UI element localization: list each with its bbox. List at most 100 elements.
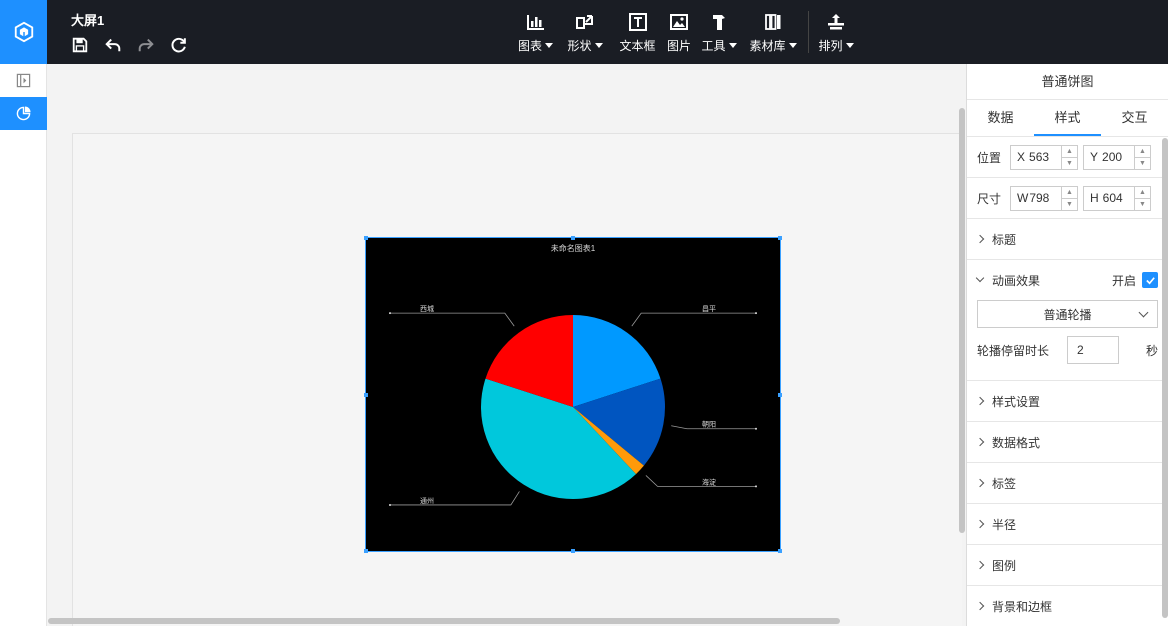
chevron-right-icon — [975, 437, 985, 447]
resize-handle[interactable] — [778, 549, 782, 553]
tool-textbox[interactable]: 文本框 — [611, 0, 664, 64]
label-leader-dot — [755, 427, 757, 430]
x-value[interactable]: 563 — [1025, 150, 1049, 164]
tab-data[interactable]: 数据 — [967, 100, 1034, 136]
resize-handle[interactable] — [571, 549, 575, 553]
tool-image[interactable]: 图片 — [664, 0, 694, 64]
tool-material-library[interactable]: 素材库 — [744, 0, 802, 64]
tool-icon — [713, 15, 725, 30]
radius-label: 半径 — [992, 517, 1017, 532]
property-panel: 普通饼图 数据 样式 交互 位置 X 563 ▲ ▼ Y 200 ▲ ▼ 尺寸 W … — [966, 64, 1168, 626]
tab-style[interactable]: 样式 — [1034, 100, 1101, 136]
resize-handle[interactable] — [571, 236, 575, 240]
y-stepper[interactable]: ▲ ▼ — [1134, 145, 1150, 169]
chevron-down-icon — [1138, 307, 1149, 318]
stepper-down-icon[interactable]: ▼ — [1062, 199, 1077, 210]
dwell-row: 轮播停留时长 2 秒 — [977, 336, 1158, 364]
dwell-label: 轮播停留时长 — [977, 343, 1050, 358]
section-radius[interactable]: 半径 — [967, 504, 1168, 545]
tab-interaction[interactable]: 交互 — [1101, 100, 1168, 136]
undo-icon[interactable] — [103, 35, 122, 54]
x-stepper[interactable]: ▲ ▼ — [1061, 145, 1077, 169]
data-format-label: 数据格式 — [992, 435, 1041, 450]
panel-title: 普通饼图 — [967, 64, 1168, 100]
tool-shape[interactable]: 形状 — [559, 0, 611, 64]
w-axis-label: W — [1017, 191, 1029, 205]
redo-icon[interactable] — [136, 35, 155, 54]
check-icon — [1145, 276, 1155, 284]
section-labels[interactable]: 标签 — [967, 463, 1168, 504]
stepper-up-icon[interactable]: ▲ — [1062, 187, 1077, 199]
vertical-scrollbar[interactable] — [959, 108, 965, 533]
horizontal-scrollbar[interactable] — [48, 618, 840, 624]
animation-header[interactable]: 动画效果 开启 — [975, 260, 1158, 300]
document-title[interactable]: 大屏1 — [71, 10, 104, 29]
stepper-up-icon[interactable]: ▲ — [1062, 146, 1077, 158]
tool-arrange[interactable]: 排列 — [815, 0, 857, 64]
pie-chart-component[interactable]: 未命名图表1 昌平 朝阳 海淀 通州 西城 — [365, 237, 781, 552]
section-background-border[interactable]: 背景和边框 — [967, 586, 1168, 626]
width-input[interactable]: W 798 ▲ ▼ — [1010, 185, 1078, 211]
pie-slice-label: 西城 — [420, 305, 434, 313]
w-value[interactable]: 798 — [1028, 191, 1049, 205]
material-library-icon — [765, 14, 781, 30]
position-label: 位置 — [977, 150, 1002, 165]
tool-image-label: 图片 — [666, 39, 691, 53]
animation-enabled-checkbox[interactable] — [1142, 272, 1158, 288]
section-style-settings[interactable]: 样式设置 — [967, 381, 1168, 422]
stepper-up-icon[interactable]: ▲ — [1135, 146, 1150, 158]
toolbar-divider — [808, 11, 809, 53]
insert-tools: 图表 形状 文本框 图片 工具 素材库 排列 — [512, 0, 857, 64]
app-logo[interactable] — [0, 0, 47, 64]
resize-handle[interactable] — [778, 393, 782, 397]
image-icon — [670, 14, 688, 30]
chevron-right-icon — [975, 560, 985, 570]
y-input[interactable]: Y 200 ▲ ▼ — [1083, 144, 1151, 170]
tool-tools[interactable]: 工具 — [694, 0, 744, 64]
dwell-input[interactable]: 2 — [1067, 336, 1120, 364]
y-value[interactable]: 200 — [1098, 150, 1122, 164]
label-leader-line — [645, 475, 756, 487]
textbox-icon — [628, 13, 647, 31]
resize-handle[interactable] — [364, 236, 368, 240]
animation-mode-select[interactable]: 普通轮播 — [977, 300, 1158, 328]
refresh-icon[interactable] — [169, 35, 188, 54]
resize-handle[interactable] — [778, 236, 782, 240]
section-legend[interactable]: 图例 — [967, 545, 1168, 586]
stepper-up-icon[interactable]: ▲ — [1135, 187, 1150, 199]
resize-handle[interactable] — [364, 549, 368, 553]
section-data-format[interactable]: 数据格式 — [967, 422, 1168, 463]
resize-handle[interactable] — [364, 393, 368, 397]
tool-shape-label: 形状 — [567, 39, 592, 53]
dwell-unit: 秒 — [1145, 343, 1158, 358]
chevron-down-icon — [728, 43, 737, 48]
h-value[interactable]: 604 — [1099, 191, 1123, 205]
pie-slice-label: 朝阳 — [702, 420, 716, 429]
bar-chart-icon — [526, 15, 544, 30]
tool-tools-label: 工具 — [701, 39, 726, 53]
chevron-right-icon — [975, 478, 985, 488]
size-label: 尺寸 — [977, 191, 1002, 206]
label-leader-line — [390, 312, 515, 327]
tool-chart[interactable]: 图表 — [512, 0, 559, 64]
shape-icon — [576, 15, 593, 29]
label-leader-dot — [389, 312, 391, 315]
tool-chart-label: 图表 — [517, 39, 542, 53]
w-stepper[interactable]: ▲ ▼ — [1061, 186, 1077, 210]
label-leader-line — [390, 491, 520, 506]
section-animation: 动画效果 开启 普通轮播 轮播停留时长 2 秒 — [967, 260, 1168, 381]
rail-chart-button[interactable] — [0, 97, 47, 130]
stepper-down-icon[interactable]: ▼ — [1062, 158, 1077, 169]
rail-layers-button[interactable] — [0, 64, 47, 97]
h-stepper[interactable]: ▲ ▼ — [1134, 186, 1150, 210]
save-icon[interactable] — [70, 35, 89, 54]
tool-arrange-label: 排列 — [818, 39, 843, 53]
section-title[interactable]: 标题 — [967, 219, 1168, 260]
chevron-right-icon — [975, 601, 985, 611]
stepper-down-icon[interactable]: ▼ — [1135, 158, 1150, 169]
size-row: 尺寸 W 798 ▲ ▼ H 604 ▲ ▼ — [967, 178, 1168, 219]
stepper-down-icon[interactable]: ▼ — [1135, 199, 1150, 210]
panel-scrollbar[interactable] — [1162, 138, 1168, 618]
height-input[interactable]: H 604 ▲ ▼ — [1083, 185, 1151, 211]
x-input[interactable]: X 563 ▲ ▼ — [1010, 144, 1078, 170]
